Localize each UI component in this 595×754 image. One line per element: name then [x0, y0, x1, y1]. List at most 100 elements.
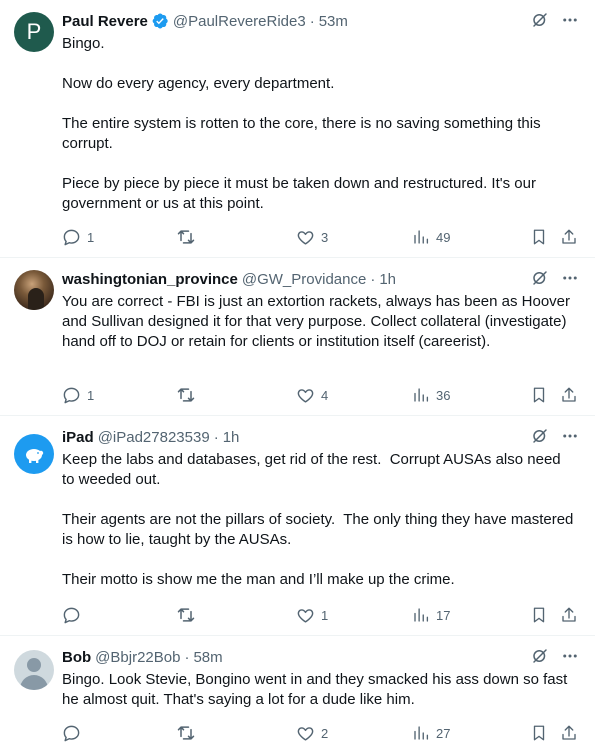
views-count: 36	[436, 387, 451, 403]
views-chart-icon	[414, 230, 429, 244]
bookmark-button[interactable]	[530, 380, 548, 410]
handle[interactable]: @iPad27823539	[98, 429, 210, 446]
tweet-header: iPad @iPad27823539 · 1h	[62, 426, 239, 448]
more-options-icon[interactable]	[561, 647, 579, 665]
bookmark-button[interactable]	[530, 222, 548, 252]
bookmark-button[interactable]	[530, 718, 548, 748]
tweet-header: washingtonian_province @GW_Providance · …	[62, 268, 396, 290]
tweet-text: Keep the labs and databases, get rid of …	[62, 451, 574, 588]
grok-icon[interactable]	[531, 427, 549, 445]
tweet[interactable]: washingtonian_province @GW_Providance · …	[0, 258, 595, 416]
like-button[interactable]: 1	[296, 600, 328, 630]
reply-icon	[63, 725, 80, 741]
share-icon	[562, 229, 576, 244]
reply-button[interactable]: 1	[62, 380, 94, 410]
reply-icon	[63, 607, 80, 623]
share-button[interactable]	[560, 718, 578, 748]
separator: ·	[213, 428, 219, 446]
like-count: 1	[321, 607, 329, 623]
repost-button[interactable]	[176, 600, 202, 630]
avatar[interactable]	[14, 270, 54, 310]
repost-button[interactable]	[176, 718, 202, 748]
views-chart-icon	[414, 726, 429, 740]
piggy-bank-icon	[26, 449, 44, 463]
views-button[interactable]: 36	[412, 380, 450, 410]
grok-icon[interactable]	[531, 647, 549, 665]
views-chart-icon	[414, 608, 429, 622]
reply-icon	[63, 229, 80, 245]
heart-icon	[297, 230, 314, 245]
reply-count: 1	[87, 387, 95, 403]
like-button[interactable]: 2	[296, 718, 328, 748]
more-options-icon[interactable]	[561, 269, 579, 287]
like-button[interactable]: 4	[296, 380, 328, 410]
display-name[interactable]: Paul Revere	[62, 13, 148, 30]
display-name[interactable]: Bob	[62, 649, 91, 666]
bookmark-icon	[533, 725, 545, 741]
tweet-top-actions	[531, 11, 579, 29]
display-name[interactable]: washingtonian_province	[62, 271, 238, 288]
handle[interactable]: @PaulRevereRide3	[173, 13, 306, 30]
tweet[interactable]: P Paul Revere @PaulRevereRide3 · 53m Bin…	[0, 0, 595, 258]
share-icon	[562, 607, 576, 622]
avatar[interactable]: P	[14, 12, 54, 52]
views-count: 17	[436, 607, 451, 623]
bookmark-icon	[533, 387, 545, 403]
timestamp[interactable]: 58m	[193, 649, 222, 666]
default-avatar-head	[27, 658, 41, 672]
timestamp[interactable]: 53m	[319, 13, 348, 30]
views-chart-icon	[414, 388, 429, 402]
tweet-top-actions	[531, 647, 579, 665]
verified-badge-icon	[152, 13, 168, 29]
reply-button[interactable]: 1	[62, 222, 94, 252]
repost-icon	[177, 230, 195, 244]
more-options-icon[interactable]	[561, 427, 579, 445]
bookmark-icon	[533, 607, 545, 623]
tweet-header: Bob @Bbjr22Bob · 58m	[62, 646, 223, 668]
repost-icon	[177, 388, 195, 402]
reply-button[interactable]	[62, 600, 87, 630]
heart-icon	[297, 388, 314, 403]
separator: ·	[184, 648, 190, 666]
repost-button[interactable]	[176, 222, 202, 252]
separator: ·	[370, 270, 376, 288]
avatar-letter: P	[26, 19, 42, 44]
display-name[interactable]: iPad	[62, 429, 94, 446]
repost-button[interactable]	[176, 380, 202, 410]
share-button[interactable]	[560, 600, 578, 630]
heart-icon	[297, 726, 314, 741]
action-bar: 1 17	[56, 600, 583, 630]
tweet[interactable]: Bob @Bbjr22Bob · 58m Bingo. Look Stevie,…	[0, 636, 595, 754]
timestamp[interactable]: 1h	[223, 429, 240, 446]
heart-icon	[297, 608, 314, 623]
tweet[interactable]: iPad @iPad27823539 · 1h Keep the labs an…	[0, 416, 595, 636]
reply-button[interactable]	[62, 718, 87, 748]
more-options-icon[interactable]	[561, 11, 579, 29]
action-bar: 2 27	[56, 718, 583, 748]
tweet-top-actions	[531, 427, 579, 445]
repost-icon	[177, 608, 195, 622]
reply-count: 1	[87, 229, 95, 245]
reply-icon	[63, 387, 80, 403]
views-button[interactable]: 49	[412, 222, 450, 252]
tweet-header: Paul Revere @PaulRevereRide3 · 53m	[62, 10, 348, 32]
share-button[interactable]	[560, 380, 578, 410]
tweet-text: You are correct - FBI is just an extorti…	[62, 293, 575, 350]
handle[interactable]: @Bbjr22Bob	[95, 649, 180, 666]
views-count: 49	[436, 229, 451, 245]
like-button[interactable]: 3	[296, 222, 328, 252]
views-button[interactable]: 17	[412, 600, 450, 630]
grok-icon[interactable]	[531, 269, 549, 287]
handle[interactable]: @GW_Providance	[242, 271, 366, 288]
like-count: 4	[321, 387, 329, 403]
tweet-text: Bingo. Look Stevie, Bongino went in and …	[62, 671, 572, 708]
share-button[interactable]	[560, 222, 578, 252]
share-icon	[562, 387, 576, 402]
grok-icon[interactable]	[531, 11, 549, 29]
timestamp[interactable]: 1h	[379, 271, 396, 288]
avatar[interactable]	[14, 650, 54, 690]
bookmark-button[interactable]	[530, 600, 548, 630]
action-bar: 1 4 36	[56, 380, 583, 410]
avatar[interactable]	[14, 434, 54, 474]
views-button[interactable]: 27	[412, 718, 450, 748]
